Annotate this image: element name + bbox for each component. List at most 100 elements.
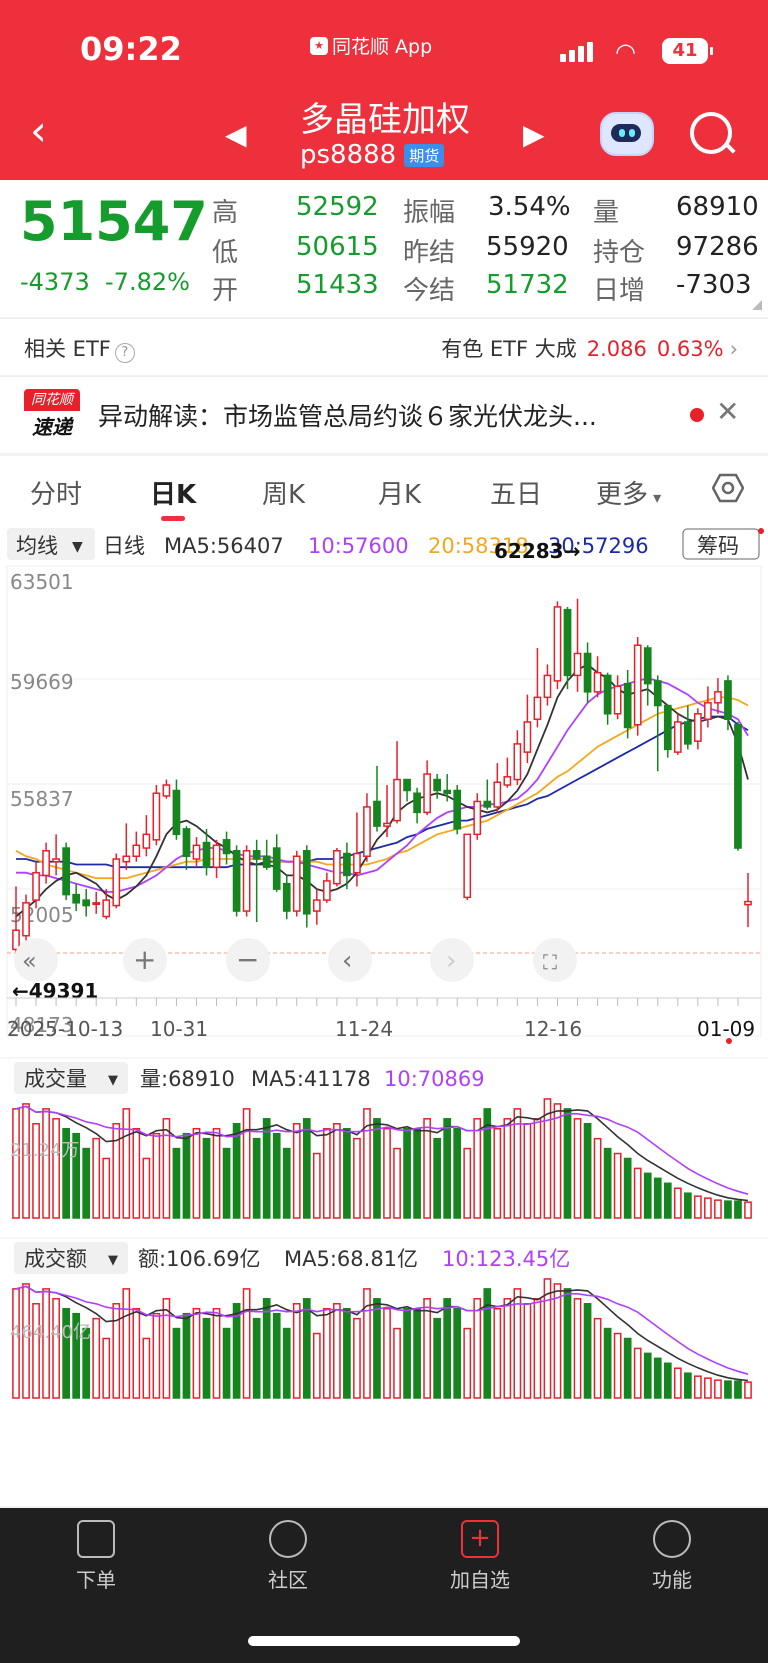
- volume-bar: [643, 1172, 652, 1219]
- candle: [423, 773, 431, 814]
- tab-intraday[interactable]: 分时: [30, 474, 82, 511]
- ai-assistant-icon[interactable]: [600, 112, 654, 156]
- tab-more[interactable]: 更多 ▾: [596, 474, 661, 511]
- svg-text:«: «: [22, 947, 37, 975]
- status-time: 09:22: [80, 30, 182, 68]
- amount-bar: [493, 1307, 502, 1399]
- candle: [403, 778, 411, 792]
- expand-corner-icon[interactable]: [752, 300, 762, 310]
- amount-bar: [302, 1298, 311, 1399]
- candle: [312, 899, 321, 912]
- volume-bar: [603, 1147, 612, 1219]
- close-icon[interactable]: ✕: [716, 395, 739, 428]
- amount-bar: [473, 1298, 482, 1399]
- volume-bar: [433, 1137, 442, 1219]
- amount-bar: [433, 1317, 442, 1399]
- wifi-icon: ◠: [615, 38, 636, 66]
- candle: [252, 850, 261, 860]
- amount-bar: [724, 1380, 732, 1399]
- tab-five-day[interactable]: 五日: [490, 474, 542, 511]
- amount-bar: [373, 1298, 381, 1399]
- contract-code: ps8888 期货: [300, 140, 445, 170]
- daily-change-label: 日增: [593, 276, 646, 306]
- volume-bar: [192, 1127, 201, 1219]
- candle: [32, 871, 40, 901]
- amount-bar: [272, 1312, 281, 1399]
- candle: [473, 800, 482, 836]
- open-label: 开: [212, 276, 239, 306]
- volume-bar: [563, 1108, 572, 1219]
- candle: [242, 850, 251, 912]
- volume-value: 量:68910: [140, 1067, 235, 1091]
- candle: [292, 855, 301, 912]
- amount-bar: [593, 1317, 602, 1399]
- functions-button[interactable]: 功能: [612, 1520, 732, 1593]
- help-icon[interactable]: ?: [114, 343, 135, 363]
- add-watchlist-button[interactable]: + 加自选: [420, 1520, 540, 1593]
- tab-monthly-k[interactable]: 月K: [378, 474, 421, 511]
- candle: [734, 723, 742, 849]
- settle-label: 今结: [403, 276, 456, 306]
- candle: [744, 900, 752, 906]
- amount-bar: [633, 1347, 642, 1399]
- related-etf-row[interactable]: 相关 ETF? 有色 ETF 大成 2.086 0.63% ›: [0, 318, 768, 375]
- candle: [232, 850, 241, 912]
- chart-toolbar: « + − ‹ › ⛶: [14, 938, 577, 982]
- amount-bar: [423, 1298, 431, 1399]
- volume-bar: [673, 1187, 682, 1219]
- candle: [152, 792, 161, 841]
- volume-bar: [734, 1200, 742, 1219]
- volume-bar: [272, 1132, 281, 1219]
- order-button[interactable]: 下单: [36, 1520, 156, 1593]
- tab-weekly-k[interactable]: 周K: [262, 474, 305, 511]
- volume-bar: [623, 1157, 632, 1219]
- amount-bar: [393, 1327, 401, 1399]
- volume-bar: [423, 1118, 431, 1219]
- amount-bar: [282, 1327, 291, 1399]
- search-icon[interactable]: [690, 112, 732, 154]
- volume-bar: [573, 1118, 582, 1219]
- amount-bar: [653, 1357, 662, 1399]
- amount-bar: [172, 1327, 181, 1399]
- prev-settle-value: 55920: [486, 232, 569, 262]
- svg-text:‹: ‹: [342, 946, 352, 976]
- volume-bar: [383, 1127, 391, 1219]
- amount-bar: [312, 1332, 321, 1399]
- next-contract-button[interactable]: ▶: [523, 118, 545, 151]
- community-button[interactable]: 社区: [228, 1520, 348, 1593]
- tab-daily-k[interactable]: 日K: [150, 474, 196, 511]
- kline-chart[interactable]: 均线 ▼ 日线 MA5:56407 10:57600 20:58318 30:5…: [0, 526, 768, 1506]
- prev-contract-button[interactable]: ◀: [225, 118, 247, 151]
- amount-bar: [583, 1303, 592, 1399]
- amount-bar: [543, 1278, 552, 1399]
- amount-bar: [513, 1288, 522, 1399]
- back-button[interactable]: ‹: [30, 110, 47, 152]
- candle: [543, 674, 552, 699]
- candle: [563, 608, 572, 677]
- volume-bar: [122, 1108, 131, 1219]
- amount-bar: [52, 1298, 60, 1399]
- svg-text:−: −: [236, 943, 259, 976]
- volume-bar: [172, 1147, 181, 1219]
- amount-bar: [523, 1303, 532, 1399]
- candle: [222, 839, 231, 855]
- news-banner[interactable]: 同花顺 速递 异动解读：市场监管总局约谈６家光伏龙头... ✕: [0, 376, 768, 453]
- amount-bar: [744, 1381, 752, 1399]
- candle: [613, 685, 622, 715]
- settings-hex-icon[interactable]: [712, 472, 744, 504]
- chart-area[interactable]: 均线 ▼ 日线 MA5:56407 10:57600 20:58318 30:5…: [0, 526, 768, 1506]
- candle: [694, 713, 702, 742]
- date-label-4: 01-09: [697, 1017, 755, 1041]
- amount-ma10: 10:123.45亿: [442, 1247, 570, 1271]
- volume-bar: [252, 1137, 261, 1219]
- candle: [353, 852, 361, 874]
- amount-bar: [262, 1298, 271, 1399]
- volume-bar: [523, 1123, 532, 1219]
- amount-bar: [202, 1317, 211, 1399]
- volume-bar: [142, 1157, 151, 1219]
- dropdown-icon: ▼: [108, 1073, 118, 1088]
- candle: [42, 850, 50, 877]
- candle: [573, 652, 582, 677]
- amount-bar: [383, 1307, 391, 1399]
- news-text: 异动解读：市场监管总局约谈６家光伏龙头...: [98, 402, 597, 431]
